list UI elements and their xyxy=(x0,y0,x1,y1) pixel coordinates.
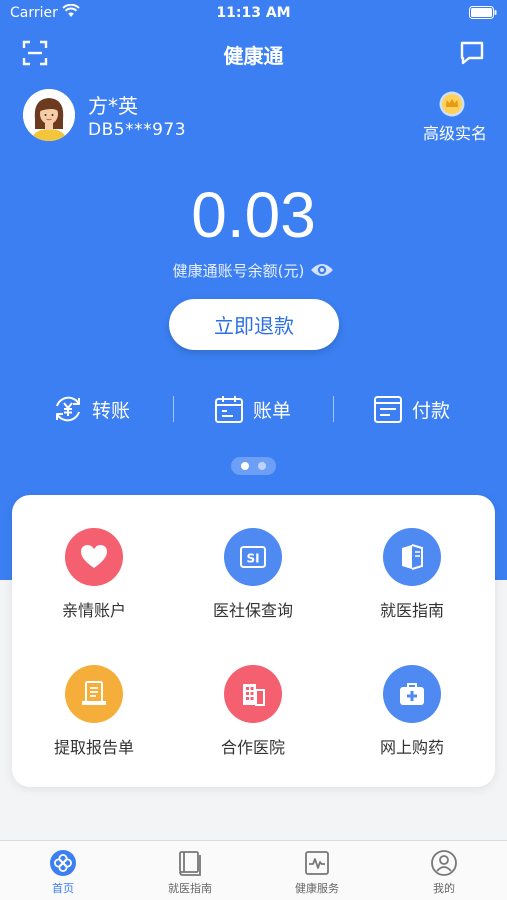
service-label: 亲情账户 xyxy=(61,601,126,620)
verification-level[interactable]: 高级实名 xyxy=(423,120,487,144)
balance-amount: 0.03 xyxy=(191,179,316,251)
services-card: 亲情账户 SI 医社保查询 就医指南 提取报告单 合作医院 网上购药 xyxy=(12,495,495,787)
header-background xyxy=(0,0,507,580)
hospital-icon xyxy=(224,665,282,723)
medical-kit-icon xyxy=(383,665,441,723)
tab-home[interactable]: 首页 xyxy=(0,849,126,896)
bill-label: 账单 xyxy=(253,399,292,422)
page-indicator xyxy=(231,457,276,475)
pulse-icon xyxy=(305,851,329,875)
heart-icon xyxy=(65,528,123,586)
user-id: DB5***973 xyxy=(88,120,187,140)
book-icon xyxy=(179,851,201,876)
home-icon xyxy=(50,850,76,876)
balance-label: 健康通账号余额(元) xyxy=(172,262,305,280)
avatar[interactable] xyxy=(23,89,75,141)
service-report-retrieval[interactable]: 提取报告单 xyxy=(14,665,174,758)
page-title: 健康通 xyxy=(223,44,284,68)
profile-icon xyxy=(431,850,457,876)
tab-label: 我的 xyxy=(433,882,455,895)
tab-bar: 首页 就医指南 健康服务 我的 xyxy=(0,840,507,900)
tab-profile[interactable]: 我的 xyxy=(381,849,507,896)
report-icon xyxy=(65,665,123,723)
calendar-bill-icon xyxy=(215,396,243,423)
eye-icon[interactable] xyxy=(310,262,334,278)
avatar-icon xyxy=(23,89,75,141)
service-social-insurance[interactable]: SI 医社保查询 xyxy=(173,528,333,621)
page-dot-active xyxy=(241,462,249,470)
service-label: 网上购药 xyxy=(379,738,444,757)
payment-card-icon xyxy=(374,396,402,423)
clock: 11:13 AM xyxy=(216,5,291,21)
tab-label: 首页 xyxy=(52,882,74,895)
payment-action[interactable]: 付款 xyxy=(372,392,450,426)
page-dot xyxy=(258,462,266,470)
transfer-action[interactable]: 转账 xyxy=(52,392,130,426)
status-bar: Carrier 11:13 AM xyxy=(0,0,507,28)
service-family-account[interactable]: 亲情账户 xyxy=(14,528,174,621)
service-medical-guide[interactable]: 就医指南 xyxy=(332,528,492,621)
tab-label: 健康服务 xyxy=(295,882,339,895)
action-divider xyxy=(333,396,334,422)
message-icon[interactable] xyxy=(459,40,485,66)
action-divider xyxy=(173,396,174,422)
svg-text:SI: SI xyxy=(246,552,259,566)
yuan-transfer-icon xyxy=(56,396,80,422)
tab-label: 就医指南 xyxy=(168,882,212,895)
bill-action[interactable]: 账单 xyxy=(213,392,291,426)
service-label: 医社保查询 xyxy=(212,601,293,620)
transfer-label: 转账 xyxy=(92,399,131,422)
user-name: 方*英 xyxy=(88,94,138,118)
service-label: 就医指南 xyxy=(379,601,444,620)
service-label: 合作医院 xyxy=(220,738,285,757)
payment-label: 付款 xyxy=(412,399,451,422)
refund-button[interactable]: 立即退款 xyxy=(169,299,339,350)
service-online-pharmacy[interactable]: 网上购药 xyxy=(332,665,492,758)
service-partner-hospitals[interactable]: 合作医院 xyxy=(173,665,333,758)
guide-book-icon xyxy=(383,528,441,586)
tab-medical-guide[interactable]: 就医指南 xyxy=(127,849,253,896)
balance-caption: 健康通账号余额(元) xyxy=(0,260,507,281)
battery-icon xyxy=(469,6,497,19)
service-label: 提取报告单 xyxy=(53,738,134,757)
si-card-icon: SI xyxy=(224,528,282,586)
crown-icon xyxy=(439,91,465,117)
tab-health-services[interactable]: 健康服务 xyxy=(254,849,380,896)
